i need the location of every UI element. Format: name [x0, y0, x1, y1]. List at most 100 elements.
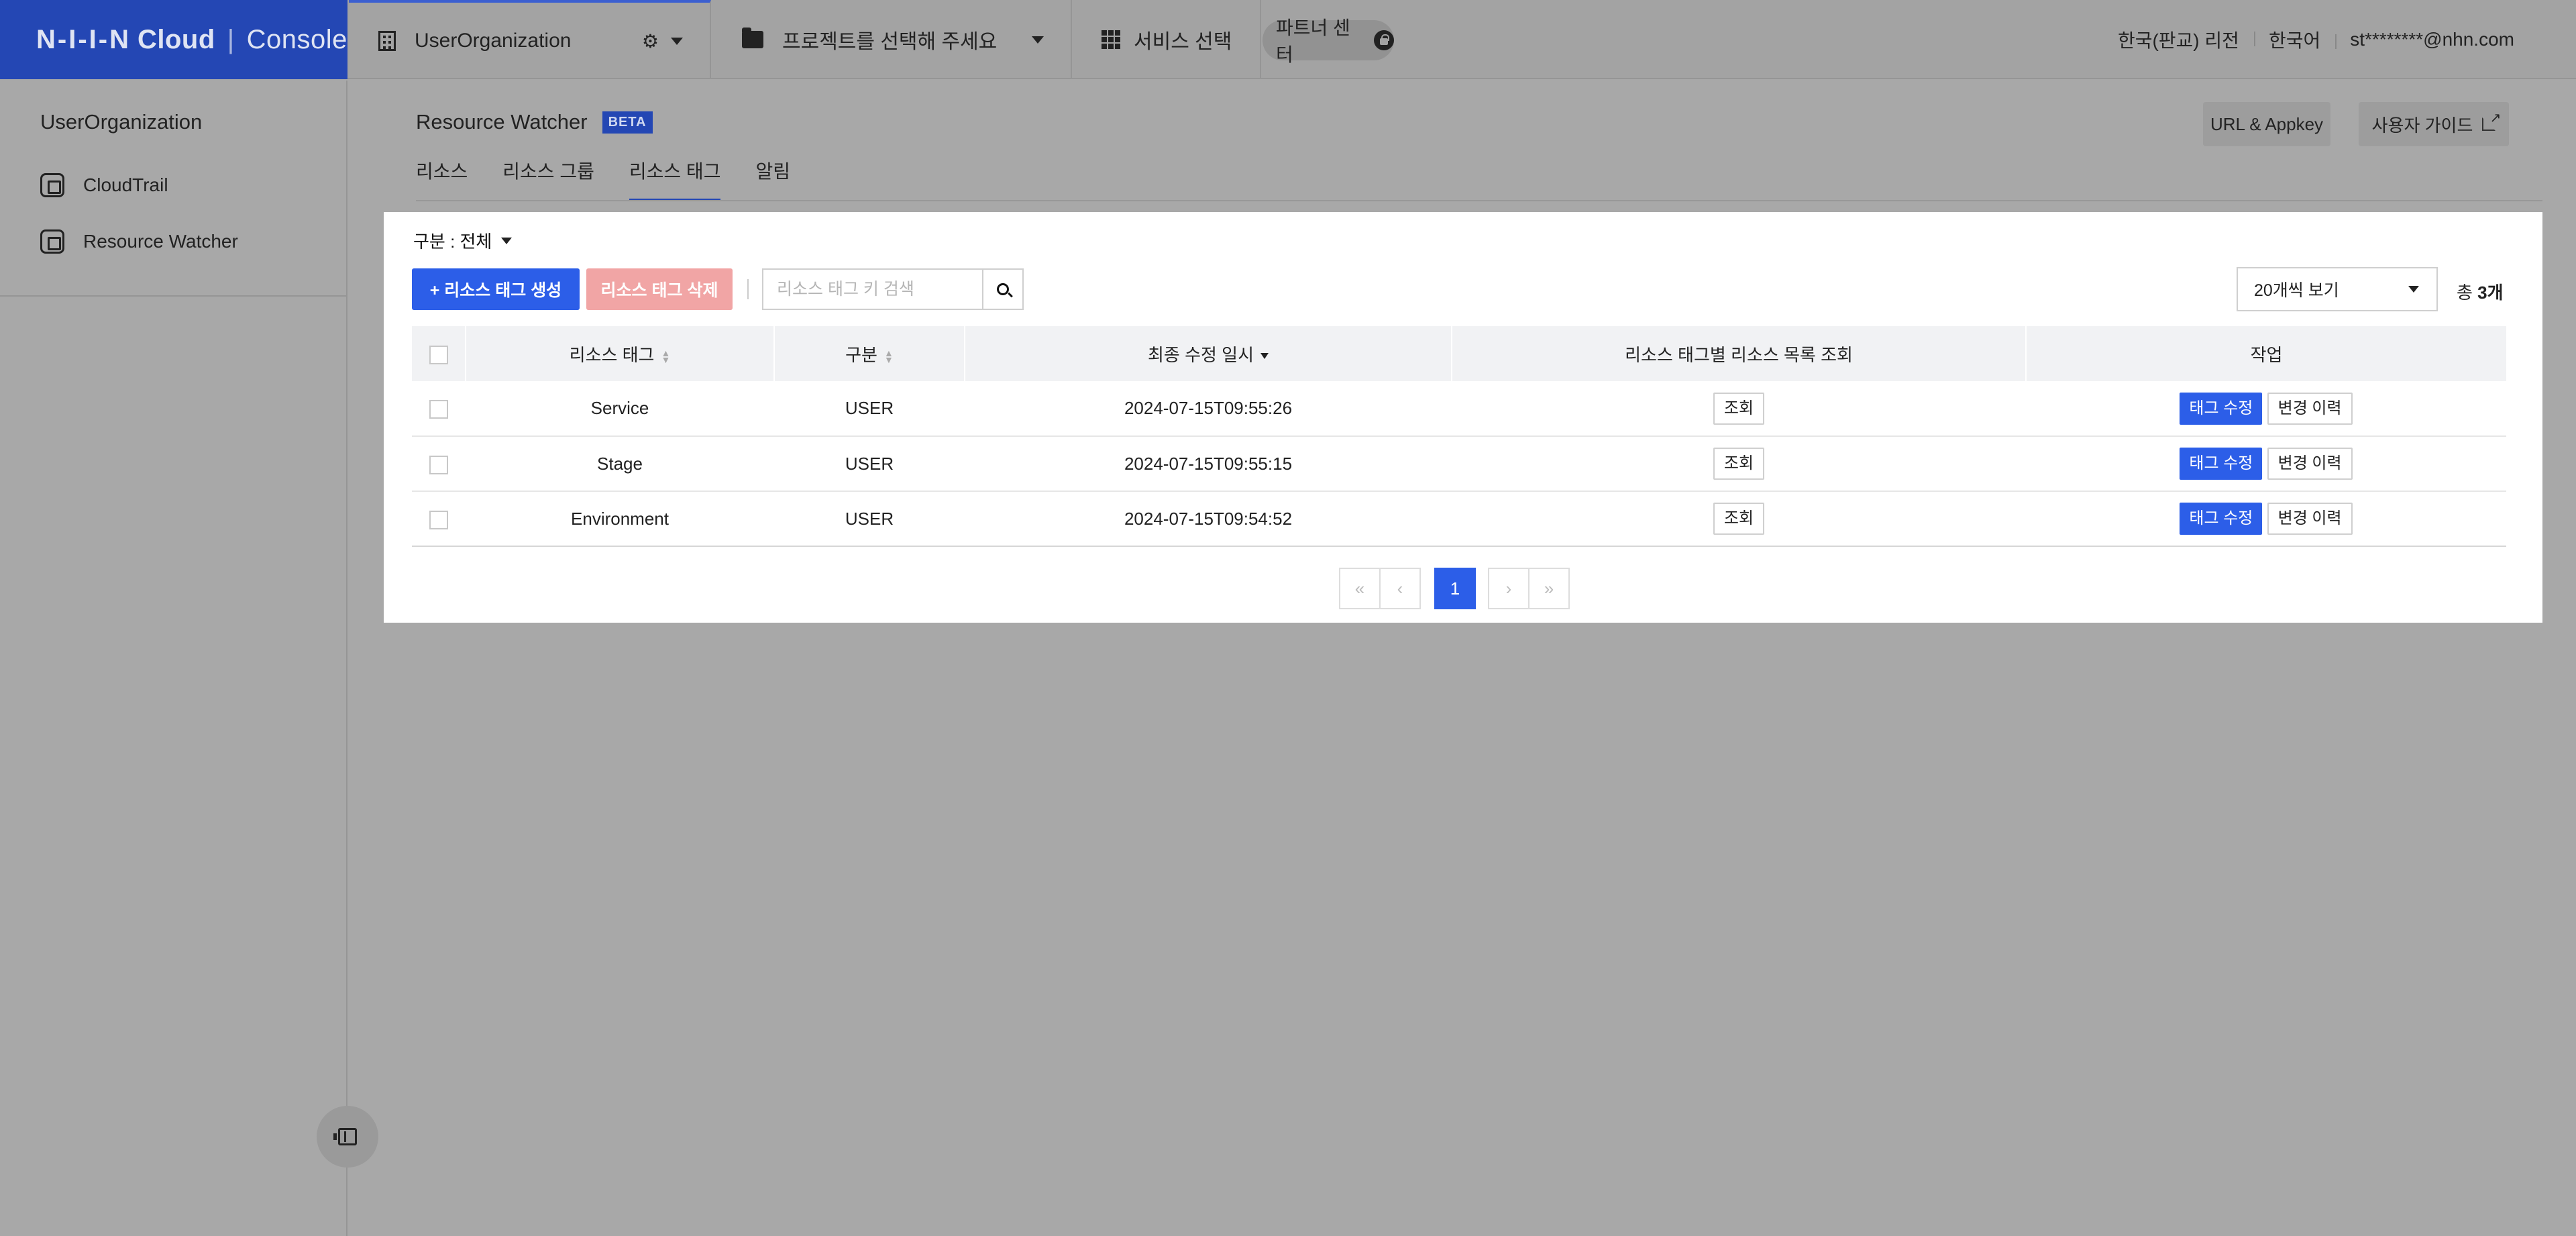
- delete-tag-button[interactable]: 리소스 태그 삭제: [586, 268, 733, 310]
- edit-tag-button[interactable]: 태그 수정: [2180, 448, 2263, 480]
- cell-type: USER: [774, 436, 965, 492]
- sidebar-item-cloudtrail[interactable]: CloudTrail: [40, 172, 168, 199]
- user-account[interactable]: st********@nhn.com: [2335, 29, 2529, 50]
- page-number-button[interactable]: 1: [1434, 568, 1476, 609]
- history-button[interactable]: 변경 이력: [2267, 448, 2353, 480]
- column-header-tag[interactable]: 리소스 태그 ▲ ▼: [465, 326, 774, 381]
- total-count-value: 3개: [2477, 282, 2504, 303]
- row-select-cell: [412, 381, 466, 437]
- view-button[interactable]: 조회: [1713, 448, 1765, 480]
- edit-tag-button[interactable]: 태그 수정: [2180, 392, 2263, 425]
- history-button[interactable]: 변경 이력: [2267, 392, 2353, 425]
- partner-center-button[interactable]: 파트너 센터: [1263, 17, 1394, 65]
- table-row: Environment USER 2024-07-15T09:54:52 조회 …: [412, 491, 2506, 547]
- column-header-view: 리소스 태그별 리소스 목록 조회: [1451, 326, 2026, 381]
- cell-type: USER: [774, 381, 965, 437]
- logo-cloud: Cloud: [137, 24, 215, 54]
- prev-page-button[interactable]: ‹: [1379, 568, 1421, 609]
- chevron-down-icon: [501, 237, 513, 244]
- language-selector[interactable]: 한국어: [2253, 26, 2335, 53]
- edit-tag-button[interactable]: 태그 수정: [2180, 503, 2263, 535]
- user-guide-button[interactable]: 사용자 가이드: [2359, 102, 2509, 146]
- project-selector[interactable]: 프로젝트를 선택해 주세요: [712, 0, 1072, 79]
- sidebar: UserOrganization CloudTrail Resource Wat…: [0, 81, 347, 1236]
- tab-resource-tag[interactable]: 리소스 태그: [629, 158, 720, 201]
- column-header-label: 작업: [2250, 344, 2283, 365]
- sort-desc-icon: [1260, 353, 1269, 360]
- cell-action: 태그 수정 변경 이력: [2026, 381, 2506, 437]
- page-title: Resource Watcher BETA: [416, 110, 653, 134]
- project-placeholder: 프로젝트를 선택해 주세요: [782, 31, 998, 53]
- chevron-down-icon[interactable]: [1032, 36, 1044, 44]
- per-page-value: 20개씩 보기: [2254, 281, 2339, 300]
- panel-toggle-icon: [333, 1128, 357, 1145]
- organization-selector[interactable]: UserOrganization ⚙: [349, 0, 711, 79]
- folder-icon: [742, 28, 763, 48]
- cell-tag: Service: [466, 381, 774, 437]
- history-button[interactable]: 변경 이력: [2267, 503, 2353, 535]
- per-page-select[interactable]: 20개씩 보기: [2237, 267, 2438, 311]
- sidebar-divider: [0, 295, 347, 297]
- user-guide-label: 사용자 가이드: [2371, 115, 2473, 136]
- url-appkey-button[interactable]: URL & Appkey: [2203, 102, 2330, 146]
- cell-view: 조회: [1452, 436, 2026, 492]
- column-header-label: 리소스 태그: [569, 344, 655, 365]
- select-all-cell: [412, 326, 466, 381]
- search-button[interactable]: [982, 268, 1024, 310]
- top-right-menu: 한국(판교) 리전 한국어 st********@nhn.com: [2103, 0, 2529, 79]
- sidebar-item-label: CloudTrail: [83, 174, 168, 195]
- tab-resource-group[interactable]: 리소스 그룹: [502, 158, 594, 201]
- column-header-type[interactable]: 구분 ▲ ▼: [773, 326, 965, 381]
- building-icon: [378, 31, 396, 51]
- resource-tag-panel: 구분 : 전체 + 리소스 태그 생성 리소스 태그 삭제 20개씩 보기 총 …: [384, 212, 2542, 623]
- cell-type: USER: [774, 491, 965, 547]
- column-header-label: 구분: [845, 344, 877, 365]
- column-header-modified[interactable]: 최종 수정 일시: [964, 326, 1452, 381]
- last-page-button[interactable]: »: [1528, 568, 1570, 609]
- cell-modified: 2024-07-15T09:54:52: [965, 491, 1452, 547]
- gear-icon[interactable]: ⚙: [642, 30, 659, 52]
- sidebar-toggle-button[interactable]: [317, 1106, 378, 1168]
- table-header-row: 리소스 태그 ▲ ▼ 구분 ▲ ▼ 최종 수정 일시 리소스 태그별 리소스 목록 조회…: [412, 326, 2506, 381]
- row-checkbox[interactable]: [429, 455, 448, 474]
- next-page-button[interactable]: ›: [1488, 568, 1529, 609]
- pagination: « ‹ 1 › »: [1339, 568, 1570, 609]
- row-checkbox[interactable]: [429, 400, 448, 419]
- select-all-checkbox[interactable]: [429, 345, 448, 364]
- chevron-down-icon: [2408, 286, 2419, 293]
- logo-nhn: N-I-I-N: [36, 24, 131, 54]
- cell-view: 조회: [1452, 381, 2026, 437]
- first-page-button[interactable]: «: [1339, 568, 1381, 609]
- region-selector[interactable]: 한국(판교) 리전: [2103, 26, 2254, 53]
- top-bar: N-I-I-N Cloud | Console UserOrganization…: [0, 0, 2576, 79]
- sidebar-item-resource-watcher[interactable]: Resource Watcher: [40, 228, 238, 255]
- tab-bar: 리소스 리소스 그룹 리소스 태그 알림: [416, 158, 825, 201]
- table-row: Service USER 2024-07-15T09:55:26 조회 태그 수…: [412, 381, 2506, 437]
- sort-icon: ▲ ▼: [661, 347, 671, 365]
- view-button[interactable]: 조회: [1713, 503, 1765, 535]
- url-appkey-label: URL & Appkey: [2210, 113, 2324, 134]
- create-tag-button[interactable]: + 리소스 태그 생성: [412, 268, 580, 310]
- search-input[interactable]: [762, 268, 983, 310]
- chevron-down-icon[interactable]: [671, 37, 683, 45]
- sidebar-org-title: UserOrganization: [40, 110, 203, 134]
- row-checkbox[interactable]: [429, 510, 448, 529]
- column-header-action: 작업: [2025, 326, 2506, 381]
- table-row: Stage USER 2024-07-15T09:55:15 조회 태그 수정 …: [412, 436, 2506, 492]
- service-selector[interactable]: 서비스 선택: [1073, 0, 1261, 79]
- tab-resource[interactable]: 리소스: [416, 158, 468, 201]
- sidebar-item-label: Resource Watcher: [83, 231, 238, 252]
- sort-icon: ▲ ▼: [883, 347, 894, 365]
- nhn-cloud-logo[interactable]: N-I-I-N Cloud | Console: [0, 0, 347, 79]
- beta-badge: BETA: [602, 111, 653, 134]
- page-title-text: Resource Watcher: [416, 110, 588, 134]
- grid-icon: [1102, 30, 1120, 49]
- view-button[interactable]: 조회: [1713, 392, 1765, 425]
- cell-tag: Stage: [466, 436, 774, 492]
- tab-alarm[interactable]: 알림: [755, 158, 790, 201]
- type-filter-dropdown[interactable]: 구분 : 전체: [413, 228, 513, 253]
- logo-divider: |: [227, 24, 235, 54]
- chip-icon: [40, 229, 64, 254]
- lock-icon: [1374, 30, 1394, 50]
- resource-tag-table: 리소스 태그 ▲ ▼ 구분 ▲ ▼ 최종 수정 일시 리소스 태그별 리소스 목록 조회…: [412, 326, 2506, 547]
